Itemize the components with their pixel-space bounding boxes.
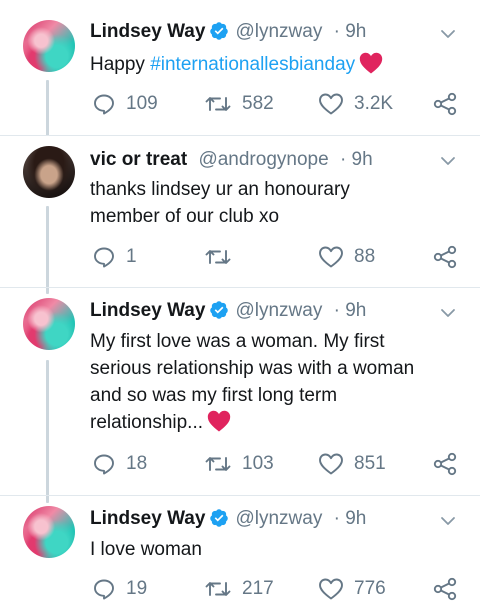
chevron-down-icon[interactable]: [440, 29, 456, 39]
reply-count: 109: [126, 93, 158, 114]
retweet-count: 582: [242, 93, 274, 114]
share-button[interactable]: [432, 244, 458, 270]
retweet-button[interactable]: 217: [204, 576, 274, 602]
chevron-down-icon[interactable]: [440, 516, 456, 526]
thread-line: [46, 360, 49, 503]
timestamp[interactable]: · 9h: [334, 21, 367, 42]
display-name[interactable]: Lindsey Way: [90, 508, 205, 529]
retweet-count: 103: [242, 453, 274, 474]
share-icon: [433, 452, 457, 476]
verified-badge-icon: [210, 509, 229, 527]
retweet-icon: [205, 582, 231, 596]
timestamp[interactable]: · 9h: [340, 149, 373, 170]
like-button[interactable]: 3.2K: [318, 91, 393, 117]
tweet-4[interactable]: Lindsey Way @lynzway · 9h I love woman 19…: [0, 496, 480, 615]
retweet-icon: [205, 250, 231, 264]
like-heart-icon: [319, 578, 343, 600]
like-heart-icon: [319, 246, 343, 268]
red-heart-emoji-icon: [207, 410, 231, 432]
like-count: 3.2K: [354, 93, 394, 114]
share-button[interactable]: [432, 576, 458, 602]
hashtag-link[interactable]: #internationallesbianday: [150, 54, 355, 75]
tweet-header: Lindsey Way @lynzway · 9h: [90, 300, 366, 322]
display-name[interactable]: Lindsey Way: [90, 21, 205, 42]
chevron-down-icon[interactable]: [440, 156, 456, 166]
like-count: 851: [354, 453, 386, 474]
avatar[interactable]: [23, 506, 75, 558]
avatar[interactable]: [23, 146, 75, 198]
verified-badge-icon: [210, 301, 229, 319]
reply-icon: [94, 454, 114, 475]
reply-button[interactable]: 109: [92, 91, 158, 117]
timestamp[interactable]: · 9h: [334, 300, 367, 321]
reply-icon: [94, 579, 114, 600]
reply-icon: [94, 94, 114, 115]
like-button[interactable]: 851: [318, 451, 386, 477]
handle[interactable]: @lynzway: [235, 21, 322, 42]
share-button[interactable]: [432, 91, 458, 117]
retweet-button[interactable]: 103: [204, 451, 274, 477]
like-button[interactable]: 776: [318, 576, 386, 602]
tweet-text: I love woman: [90, 539, 202, 560]
retweet-count: 217: [242, 578, 274, 599]
verified-badge-icon: [210, 22, 229, 40]
share-icon: [433, 577, 457, 601]
handle[interactable]: @lynzway: [235, 508, 322, 529]
like-heart-icon: [319, 93, 343, 115]
tweet-header: vic or treat @androgynope · 9h: [90, 149, 373, 171]
retweet-icon: [205, 97, 231, 111]
tweet-actions: 109 582 3.2K: [0, 91, 480, 117]
reply-count: 18: [126, 453, 148, 474]
tweet-actions: 18 103 851: [0, 451, 480, 477]
avatar[interactable]: [23, 298, 75, 350]
timestamp[interactable]: · 9h: [334, 508, 367, 529]
tweet-header: Lindsey Way @lynzway · 9h: [90, 508, 366, 530]
tweet-actions: 1 88: [0, 244, 480, 270]
like-button[interactable]: 88: [318, 244, 375, 270]
tweet-text: Happy #internationallesbianday: [90, 51, 462, 78]
handle[interactable]: @androgynope: [198, 149, 328, 170]
tweet-1[interactable]: Lindsey Way @lynzway · 9h Happy #internat…: [0, 0, 480, 143]
red-heart-emoji-icon: [359, 52, 383, 74]
tweet-actions: 19 217 776: [0, 576, 480, 602]
reply-icon: [94, 247, 114, 268]
tweet-2[interactable]: vic or treat @androgynope · 9h thanks li…: [0, 136, 480, 294]
retweet-button[interactable]: [204, 244, 242, 270]
reply-count: 1: [126, 246, 137, 267]
tweet-text: thanks lindsey ur an honourary member of…: [90, 179, 350, 227]
share-icon: [433, 245, 457, 269]
share-icon: [433, 92, 457, 116]
reply-button[interactable]: 19: [92, 576, 147, 602]
reply-button[interactable]: 1: [92, 244, 137, 270]
tweet-header: Lindsey Way @lynzway · 9h: [90, 21, 366, 43]
tweet-text: My first love was a woman. My first seri…: [90, 331, 415, 433]
like-count: 88: [354, 246, 376, 267]
retweet-button[interactable]: 582: [204, 91, 274, 117]
like-heart-icon: [319, 453, 343, 475]
reply-count: 19: [126, 578, 148, 599]
handle[interactable]: @lynzway: [235, 300, 322, 321]
retweet-icon: [205, 457, 231, 471]
chevron-down-icon[interactable]: [440, 308, 456, 318]
reply-button[interactable]: 18: [92, 451, 147, 477]
display-name[interactable]: vic or treat: [90, 149, 187, 170]
tweet-3[interactable]: Lindsey Way @lynzway · 9h My first love w…: [0, 288, 480, 503]
avatar[interactable]: [23, 20, 75, 72]
share-button[interactable]: [432, 451, 458, 477]
like-count: 776: [354, 578, 386, 599]
display-name[interactable]: Lindsey Way: [90, 300, 205, 321]
